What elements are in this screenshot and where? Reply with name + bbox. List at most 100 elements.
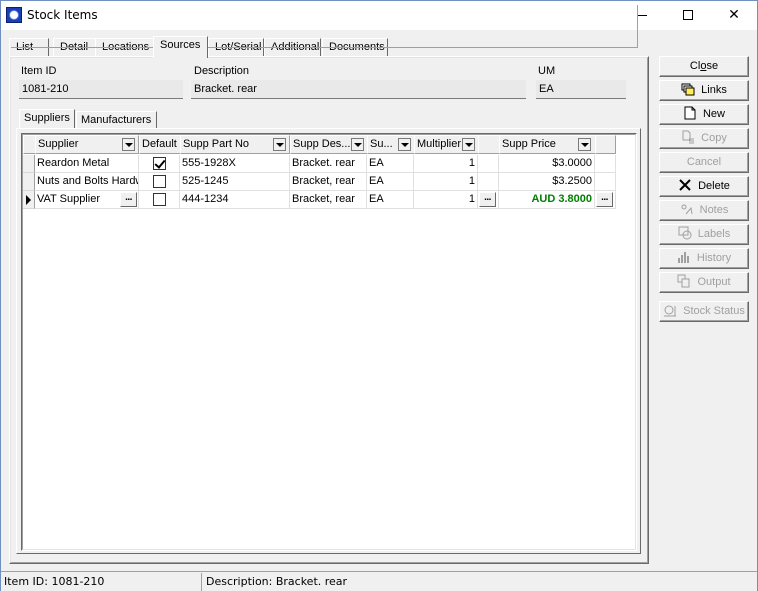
um-cell[interactable]: EA <box>367 155 414 173</box>
delete-x-icon <box>679 179 691 191</box>
col-default[interactable]: Default <box>139 135 181 154</box>
supplier-filter-dropdown-icon[interactable] <box>122 138 135 151</box>
minimize-icon <box>637 14 647 16</box>
labels-label: Labels <box>697 228 731 240</box>
supplier-lookup-button[interactable]: ... <box>120 192 137 207</box>
um-cell[interactable]: EA <box>367 191 414 209</box>
price-cell[interactable]: $3.0000 <box>499 155 595 173</box>
cancel-button[interactable]: Cancel <box>659 152 749 173</box>
notes-icon <box>681 204 693 215</box>
blank-cell <box>595 173 616 191</box>
history-chart-icon <box>677 252 689 264</box>
col-blank-2 <box>595 135 616 154</box>
close-window-button[interactable]: ✕ <box>711 1 757 30</box>
close-button[interactable]: Close <box>659 56 749 77</box>
cancel-label: Cancel <box>686 156 722 168</box>
part-no-filter-dropdown-icon[interactable] <box>273 138 286 151</box>
maximize-button[interactable] <box>665 1 711 30</box>
tab-sources[interactable]: Sources <box>153 36 208 58</box>
notes-label: Notes <box>699 204 729 216</box>
row-indicator[interactable] <box>23 173 35 191</box>
um-label: UM <box>538 65 556 77</box>
row-indicator[interactable] <box>23 155 35 173</box>
blank-cell <box>478 155 499 173</box>
status-bar: Item ID: 1081-210 Description: Bracket. … <box>1 571 757 591</box>
multiplier-cell[interactable]: 1 <box>414 173 478 191</box>
stock-status-button[interactable]: Stock Status <box>659 301 749 322</box>
new-document-icon <box>684 106 696 120</box>
history-button[interactable]: History <box>659 248 749 269</box>
price-lookup-button[interactable]: ... <box>596 192 613 207</box>
col-multiplier[interactable]: Multiplier <box>414 135 479 154</box>
maximize-icon <box>683 10 693 20</box>
multiplier-lookup-button[interactable]: ... <box>479 192 496 207</box>
notes-button[interactable]: Notes <box>659 200 749 221</box>
desc-cell[interactable]: Bracket. rear <box>290 155 367 173</box>
output-button[interactable]: Output <box>659 272 749 293</box>
item-id-label: Item ID <box>21 65 57 77</box>
subtab-suppliers[interactable]: Suppliers <box>19 109 75 128</box>
labels-button[interactable]: Labels <box>659 224 749 245</box>
links-button[interactable]: Links <box>659 80 749 101</box>
desc-cell[interactable]: Bracket, rear <box>290 191 367 209</box>
multiplier-ellipsis-cell: ... <box>478 191 499 209</box>
col-supp-part-no-label: Supp Part No <box>183 138 250 150</box>
stock-status-label: Stock Status <box>683 305 745 317</box>
default-checkbox[interactable] <box>153 193 166 206</box>
col-supp-desc-label: Supp Des... <box>293 138 351 150</box>
col-supp-part-no[interactable]: Supp Part No <box>180 135 290 154</box>
price-cell[interactable]: $3.2500 <box>499 173 595 191</box>
price-filter-dropdown-icon[interactable] <box>578 138 591 151</box>
links-label: Links <box>701 84 727 96</box>
default-cell[interactable] <box>139 191 180 209</box>
suppliers-panel: Supplier Default Supp Part No Supp Des..… <box>16 128 641 554</box>
desc-cell[interactable]: Bracket, rear <box>290 173 367 191</box>
close-icon: ✕ <box>728 7 740 23</box>
delete-label: Delete <box>698 180 730 192</box>
close-mnemonic: o <box>700 60 707 72</box>
delete-button[interactable]: Delete <box>659 176 749 197</box>
col-multiplier-label: Multiplier <box>417 138 462 150</box>
default-checkbox[interactable] <box>153 157 166 170</box>
copy-icon <box>682 130 695 144</box>
col-supp-price-label: Supp Price <box>502 138 556 150</box>
multiplier-filter-dropdown-icon[interactable] <box>462 138 475 151</box>
labels-icon <box>678 226 692 240</box>
links-icon <box>681 83 695 96</box>
col-supp-desc[interactable]: Supp Des... <box>290 135 368 154</box>
supplier-cell[interactable]: VAT Supplier ... <box>35 191 139 209</box>
output-label: Output <box>697 276 731 288</box>
default-cell[interactable] <box>139 155 180 173</box>
desc-filter-dropdown-icon[interactable] <box>351 138 364 151</box>
col-supp-um[interactable]: Su... <box>367 135 415 154</box>
default-checkbox[interactable] <box>153 175 166 188</box>
um-filter-dropdown-icon[interactable] <box>398 138 411 151</box>
price-ellipsis-cell: ... <box>595 191 616 209</box>
price-cell[interactable]: AUD 3.8000 <box>499 191 595 209</box>
part-no-cell[interactable]: 555-1928X <box>180 155 290 173</box>
multiplier-cell[interactable]: 1 <box>414 155 478 173</box>
current-row-indicator[interactable] <box>23 191 35 209</box>
col-supplier[interactable]: Supplier <box>35 135 139 154</box>
copy-button[interactable]: Copy <box>659 128 749 149</box>
status-item-id: Item ID: 1081-210 <box>1 573 202 591</box>
item-header <box>11 5 638 48</box>
supplier-cell[interactable]: Reardon Metal <box>35 155 139 173</box>
part-no-cell[interactable]: 525-1245 <box>180 173 290 191</box>
copy-label: Copy <box>701 132 727 144</box>
default-cell[interactable] <box>139 173 180 191</box>
blank-cell <box>595 155 616 173</box>
new-button[interactable]: New <box>659 104 749 125</box>
col-supplier-label: Supplier <box>38 138 79 150</box>
description-field: Bracket. rear <box>191 80 526 99</box>
description-label: Description <box>194 65 250 77</box>
multiplier-cell[interactable]: 1 <box>414 191 478 209</box>
stock-items-window: Stock Items ✕ List Detail Locations Sour… <box>0 0 758 591</box>
part-no-cell[interactable]: 444-1234 <box>180 191 290 209</box>
supplier-value: VAT Supplier <box>37 193 100 205</box>
supplier-cell[interactable]: Nuts and Bolts Hardw <box>35 173 139 191</box>
col-supp-price[interactable]: Supp Price <box>499 135 596 154</box>
um-cell[interactable]: EA <box>367 173 414 191</box>
blank-cell <box>478 173 499 191</box>
subtab-manufacturers[interactable]: Manufacturers <box>76 111 157 129</box>
